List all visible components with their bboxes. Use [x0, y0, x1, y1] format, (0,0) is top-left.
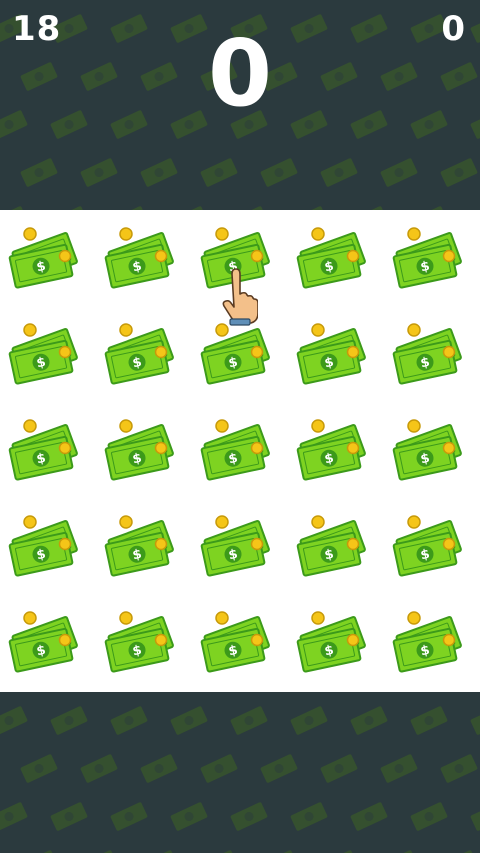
cash-stack-icon: $$	[104, 515, 174, 577]
cash-stack-icon: $$	[392, 323, 462, 385]
pattern-bill-icon	[440, 158, 478, 187]
money-tile[interactable]: $$	[6, 608, 86, 678]
cash-stack-icon: $$	[8, 323, 78, 385]
pattern-bill-icon	[80, 754, 118, 783]
pattern-bill-icon	[440, 754, 478, 783]
pattern-bill-icon	[290, 802, 328, 831]
pattern-bill-icon	[200, 850, 238, 853]
pattern-bill-icon	[320, 158, 358, 187]
pattern-bill-icon	[140, 158, 178, 187]
pattern-bill-icon	[0, 802, 28, 831]
cash-stack-icon: $$	[200, 611, 270, 673]
pattern-bill-icon	[110, 706, 148, 735]
pattern-bill-icon	[170, 802, 208, 831]
money-tile[interactable]: $$	[6, 320, 86, 390]
pattern-bill-icon	[260, 158, 298, 187]
pattern-bill-icon	[50, 706, 88, 735]
pattern-bill-icon	[380, 850, 418, 853]
pattern-bill-icon	[380, 754, 418, 783]
money-tile[interactable]: $$	[102, 224, 182, 294]
cash-stack-icon: $$	[392, 515, 462, 577]
cash-stack-icon: $$	[8, 227, 78, 289]
money-tile[interactable]: $$	[198, 416, 278, 486]
pattern-bill-icon	[470, 706, 480, 735]
pattern-bill-icon	[410, 706, 448, 735]
cash-stack-icon: $$	[296, 515, 366, 577]
pattern-bill-icon	[380, 158, 418, 187]
cash-stack-icon: $$	[200, 323, 270, 385]
pattern-bill-icon	[320, 754, 358, 783]
money-tile[interactable]: $$	[102, 608, 182, 678]
pattern-bill-icon	[140, 850, 178, 853]
money-tile[interactable]: $$	[198, 512, 278, 582]
money-tile[interactable]: $$	[294, 320, 374, 390]
money-tile[interactable]: $$	[294, 512, 374, 582]
pattern-bill-icon	[50, 802, 88, 831]
cash-stack-icon: $$	[296, 419, 366, 481]
money-tile[interactable]: $$	[198, 224, 278, 294]
cash-stack-icon: $$	[296, 611, 366, 673]
money-tile[interactable]: $$	[294, 608, 374, 678]
cash-stack-icon: $$	[392, 419, 462, 481]
money-tile[interactable]: $$	[102, 512, 182, 582]
score-display: 0	[207, 20, 272, 127]
money-tile[interactable]: $$	[390, 224, 470, 294]
money-tile[interactable]: $$	[390, 320, 470, 390]
pattern-bill-icon	[440, 850, 478, 853]
pattern-bill-icon	[230, 706, 268, 735]
money-grid: $$ $$ $$ $$ $$ $$ $$ $$ $$ $$ $$ $$ $$ $$ $$ $$ $$ $$ $$ $$…	[0, 210, 480, 692]
pattern-bill-icon	[350, 706, 388, 735]
pattern-bill-icon	[110, 802, 148, 831]
pattern-bill-icon	[140, 754, 178, 783]
money-tile[interactable]: $$	[390, 416, 470, 486]
pattern-bill-icon	[470, 802, 480, 831]
pattern-bill-icon	[290, 706, 328, 735]
pattern-bill-icon	[80, 158, 118, 187]
pattern-bill-icon	[20, 158, 58, 187]
pattern-bill-icon	[320, 850, 358, 853]
pattern-bill-icon	[230, 802, 268, 831]
cash-stack-icon: $$	[8, 419, 78, 481]
money-tile[interactable]: $$	[102, 320, 182, 390]
money-tile[interactable]: $$	[6, 416, 86, 486]
pattern-bill-icon	[20, 850, 58, 853]
cash-stack-icon: $$	[104, 323, 174, 385]
game-screen: 18 0 0 $$$$$$$$$$$$$$$$$$$$$$$$$$$$$$$$$…	[0, 0, 480, 853]
pattern-bill-icon	[20, 754, 58, 783]
pattern-bill-icon	[260, 850, 298, 853]
money-tile[interactable]: $$	[294, 416, 374, 486]
cash-stack-icon: $$	[200, 227, 270, 289]
money-tile[interactable]: $$	[390, 512, 470, 582]
pattern-bill-icon	[80, 850, 118, 853]
cash-stack-icon: $$	[296, 323, 366, 385]
cash-stack-icon: $$	[8, 515, 78, 577]
cash-stack-icon: $$	[200, 515, 270, 577]
pattern-bill-icon	[170, 706, 208, 735]
money-tile[interactable]: $$	[6, 224, 86, 294]
pattern-bill-icon	[200, 158, 238, 187]
money-pattern-background-bottom	[0, 692, 480, 853]
cash-stack-icon: $$	[104, 227, 174, 289]
pattern-bill-icon	[0, 706, 28, 735]
money-tile[interactable]: $$	[6, 512, 86, 582]
money-tile[interactable]: $$	[102, 416, 182, 486]
money-tile[interactable]: $$	[198, 320, 278, 390]
money-tile[interactable]: $$	[390, 608, 470, 678]
cash-stack-icon: $$	[104, 611, 174, 673]
money-tile[interactable]: $$	[198, 608, 278, 678]
cash-stack-icon: $$	[296, 227, 366, 289]
cash-stack-icon: $$	[392, 227, 462, 289]
pattern-bill-icon	[200, 754, 238, 783]
money-pattern-bottom-icon	[0, 706, 480, 853]
money-tile[interactable]: $$	[294, 224, 374, 294]
cash-stack-icon: $$	[104, 419, 174, 481]
pattern-bill-icon	[260, 754, 298, 783]
pattern-bill-icon	[350, 802, 388, 831]
cash-stack-icon: $$	[392, 611, 462, 673]
cash-stack-icon: $$	[8, 611, 78, 673]
cash-stack-icon: $$	[200, 419, 270, 481]
pattern-bill-icon	[410, 802, 448, 831]
